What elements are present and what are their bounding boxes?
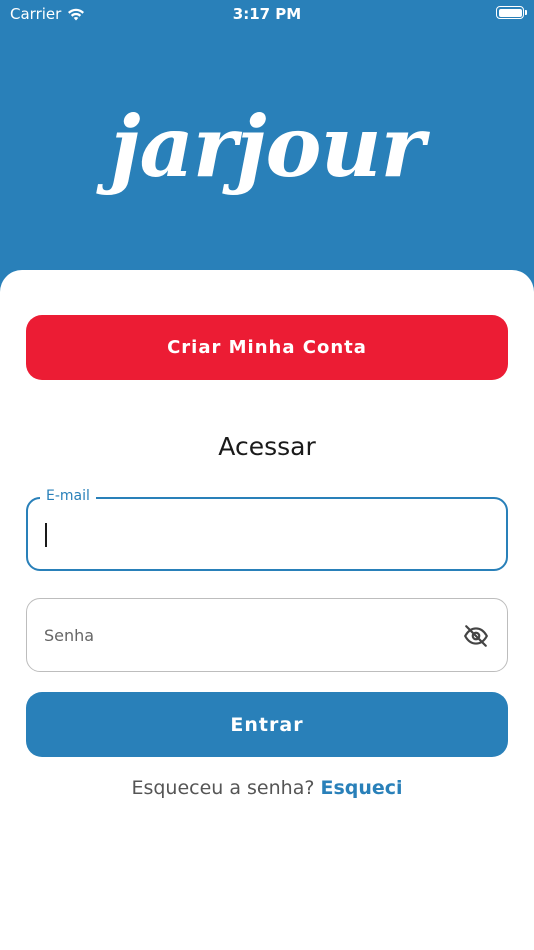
- status-bar: Carrier 3:17 PM: [0, 0, 534, 28]
- section-title: Acessar: [218, 432, 316, 461]
- logo-area: jarjour: [0, 82, 534, 212]
- status-right: [496, 6, 527, 19]
- password-input[interactable]: [44, 599, 444, 671]
- create-account-button[interactable]: Criar Minha Conta: [26, 315, 508, 380]
- forgot-password-row: Esqueceu a senha? Esqueci: [0, 777, 534, 799]
- clock: 3:17 PM: [232, 5, 302, 23]
- login-button[interactable]: Entrar: [26, 692, 508, 757]
- eye-off-icon[interactable]: [463, 623, 489, 649]
- password-field[interactable]: [26, 598, 508, 672]
- forgot-password-prompt: Esqueceu a senha?: [131, 777, 315, 799]
- email-input[interactable]: [45, 499, 445, 569]
- login-card: Criar Minha Conta Acessar E-mail Entrar …: [0, 270, 534, 950]
- battery-icon: [496, 6, 527, 19]
- brand-logo: jarjour: [110, 97, 425, 196]
- email-field[interactable]: E-mail: [26, 488, 508, 571]
- forgot-password-link[interactable]: Esqueci: [320, 777, 402, 799]
